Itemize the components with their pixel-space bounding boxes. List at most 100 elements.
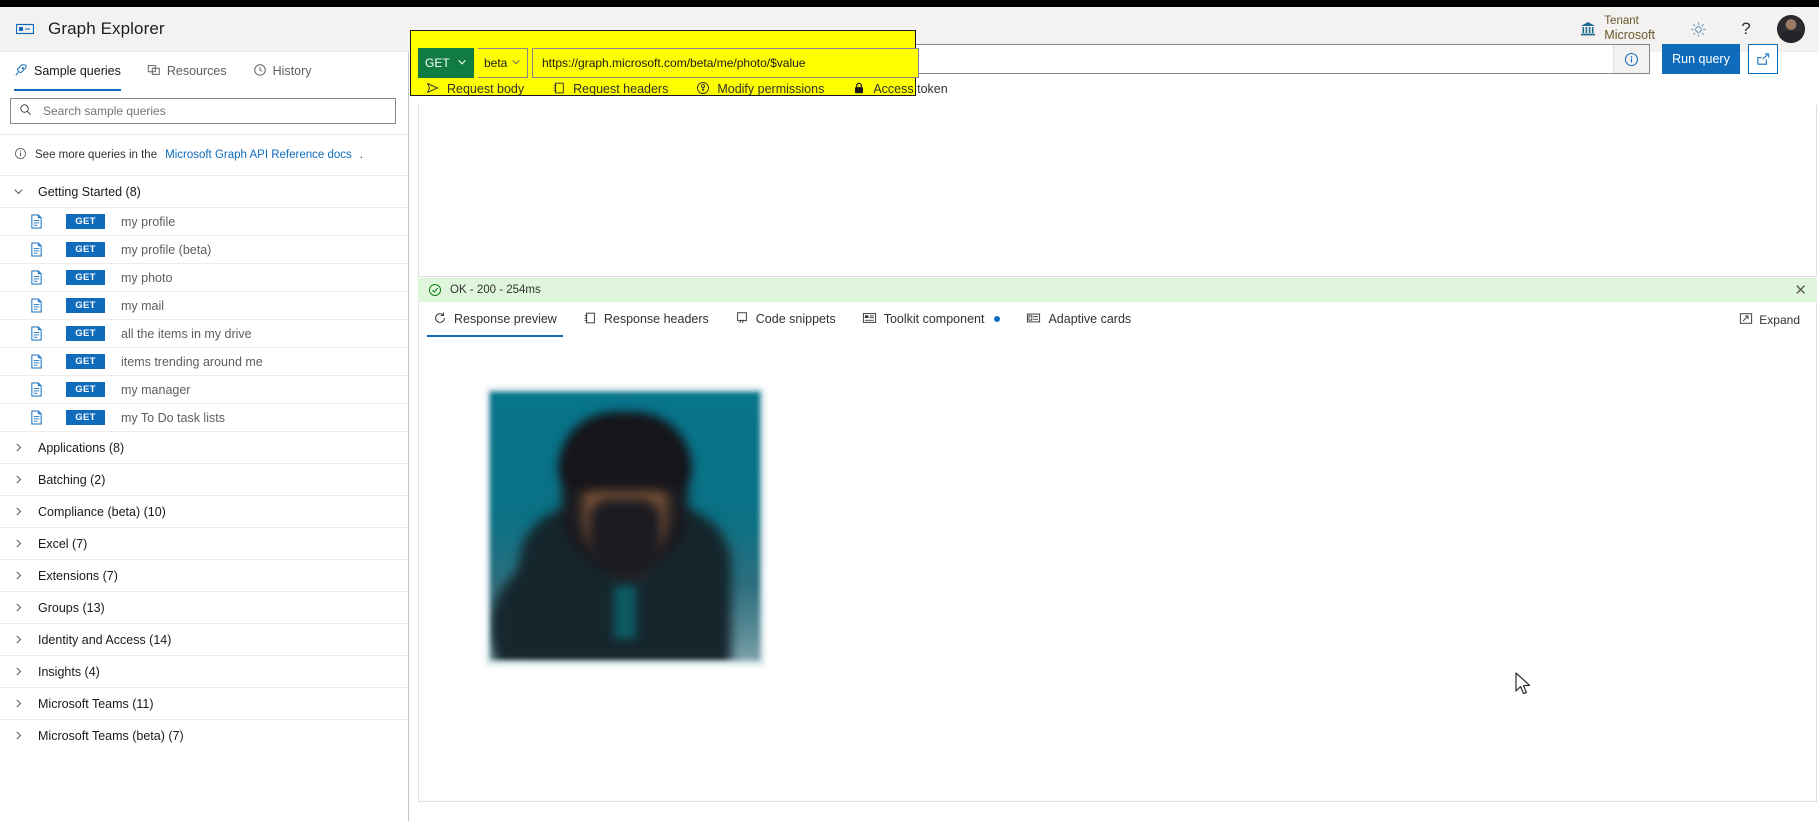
code-icon bbox=[735, 311, 749, 328]
document-icon bbox=[30, 326, 46, 341]
sample-query-category[interactable]: Microsoft Teams (11) bbox=[0, 687, 408, 719]
chevron-right-icon bbox=[12, 698, 24, 710]
document-icon bbox=[30, 242, 46, 257]
sample-query-label: my To Do task lists bbox=[121, 411, 225, 425]
tab-response-preview[interactable]: Response preview bbox=[433, 303, 557, 337]
expand-button[interactable]: Expand bbox=[1739, 312, 1800, 328]
question-mark-icon[interactable]: ? bbox=[1729, 12, 1763, 46]
top-black-strip bbox=[0, 0, 1819, 7]
http-method-select[interactable]: GET bbox=[418, 48, 474, 78]
document-icon bbox=[30, 214, 46, 229]
tab-request-body-label: Request body bbox=[447, 82, 524, 96]
document-icon bbox=[30, 410, 46, 425]
tab-history[interactable]: History bbox=[253, 58, 312, 88]
category-label: Extensions (7) bbox=[38, 569, 118, 583]
tab-code-snippets[interactable]: Code snippets bbox=[735, 303, 836, 337]
sample-query-category[interactable]: Excel (7) bbox=[0, 527, 408, 559]
sidebar-tabs: Sample queries Resources bbox=[0, 56, 408, 88]
chevron-down-icon bbox=[457, 56, 467, 70]
reference-docs-suffix: . bbox=[360, 149, 363, 161]
tab-response-headers-label: Response headers bbox=[604, 312, 709, 326]
tab-code-snippets-label: Code snippets bbox=[756, 312, 836, 326]
sidebar: Sample queries Resources bbox=[0, 52, 409, 821]
sample-query-category[interactable]: Insights (4) bbox=[0, 655, 408, 687]
tab-modify-permissions[interactable]: Modify permissions bbox=[696, 76, 824, 104]
sample-query-label: my photo bbox=[121, 271, 172, 285]
gear-icon[interactable] bbox=[1681, 12, 1715, 46]
sample-query-category[interactable]: Microsoft Teams (beta) (7) bbox=[0, 719, 408, 751]
sample-query-category[interactable]: Groups (13) bbox=[0, 591, 408, 623]
chevron-right-icon bbox=[12, 730, 24, 742]
avatar[interactable] bbox=[1777, 15, 1805, 43]
share-icon[interactable] bbox=[1748, 44, 1778, 74]
tenant-indicator[interactable]: Tenant Microsoft bbox=[1580, 15, 1655, 43]
tab-access-token[interactable]: Access token bbox=[852, 76, 947, 104]
sample-query-item[interactable]: GETmy manager bbox=[0, 375, 408, 403]
sample-query-label: items trending around me bbox=[121, 355, 263, 369]
main-pane: GET beta https://graph.microsoft.com/bet… bbox=[410, 52, 1819, 821]
sample-query-item[interactable]: GETall the items in my drive bbox=[0, 319, 408, 347]
category-label: Microsoft Teams (beta) (7) bbox=[38, 729, 184, 743]
tab-response-preview-label: Response preview bbox=[454, 312, 557, 326]
category-label: Excel (7) bbox=[38, 537, 87, 551]
reference-docs-prefix: See more queries in the bbox=[35, 149, 157, 161]
tab-response-headers[interactable]: Response headers bbox=[583, 303, 709, 337]
http-method-badge: GET bbox=[66, 354, 105, 369]
sample-query-item[interactable]: GET my To Do task lists bbox=[0, 403, 408, 431]
run-query-button[interactable]: Run query bbox=[1662, 44, 1740, 74]
tab-history-label: History bbox=[273, 64, 312, 78]
tab-access-token-label: Access token bbox=[873, 82, 947, 96]
category-label: Applications (8) bbox=[38, 441, 124, 455]
http-method-value: GET bbox=[425, 56, 450, 70]
group-getting-started[interactable]: Getting Started (8) bbox=[0, 175, 408, 207]
sample-query-label: my mail bbox=[121, 299, 164, 313]
sample-query-item[interactable]: GETmy profile (beta) bbox=[0, 235, 408, 263]
sample-query-item[interactable]: GETmy profile bbox=[0, 207, 408, 235]
http-method-badge: GET bbox=[66, 214, 105, 229]
hamburger-icon[interactable] bbox=[14, 18, 36, 40]
sample-query-category[interactable]: Applications (8) bbox=[0, 431, 408, 463]
chevron-right-icon bbox=[12, 666, 24, 678]
chevron-down-icon bbox=[511, 56, 521, 70]
tab-adaptive-cards[interactable]: Adaptive cards bbox=[1026, 303, 1131, 337]
unread-dot-icon bbox=[994, 316, 1000, 322]
status-badge: OK - 200 - 254ms bbox=[450, 284, 541, 296]
reference-docs-link[interactable]: Microsoft Graph API Reference docs bbox=[165, 149, 352, 161]
http-method-badge: GET bbox=[66, 382, 105, 397]
headers-icon bbox=[552, 81, 566, 98]
document-icon bbox=[30, 382, 46, 397]
sample-query-category[interactable]: Extensions (7) bbox=[0, 559, 408, 591]
sample-query-category[interactable]: Batching (2) bbox=[0, 463, 408, 495]
chevron-down-icon bbox=[12, 186, 24, 198]
request-body-editor[interactable] bbox=[418, 105, 1817, 277]
tab-request-headers[interactable]: Request headers bbox=[552, 76, 668, 104]
search-icon bbox=[19, 103, 32, 119]
tenant-text: Tenant Microsoft bbox=[1604, 15, 1655, 43]
chevron-right-icon bbox=[12, 634, 24, 646]
api-version-select[interactable]: beta bbox=[478, 48, 528, 78]
tab-modify-permissions-label: Modify permissions bbox=[717, 82, 824, 96]
response-status-bar: OK - 200 - 254ms ✕ bbox=[418, 278, 1817, 302]
http-method-badge: GET bbox=[66, 410, 105, 425]
history-clock-icon bbox=[253, 63, 267, 80]
photo-beard-shape bbox=[589, 499, 661, 577]
sample-query-item[interactable]: GET items trending around me bbox=[0, 347, 408, 375]
sample-query-item[interactable]: GETmy photo bbox=[0, 263, 408, 291]
sample-query-category[interactable]: Compliance (beta) (10) bbox=[0, 495, 408, 527]
query-url-input[interactable]: https://graph.microsoft.com/beta/me/phot… bbox=[532, 48, 919, 78]
tab-sample-queries[interactable]: Sample queries bbox=[14, 58, 121, 88]
search-box[interactable] bbox=[10, 98, 396, 124]
tab-toolkit-component[interactable]: Toolkit component bbox=[862, 303, 1001, 337]
expand-button-label: Expand bbox=[1759, 313, 1800, 327]
sample-query-item[interactable]: GETmy mail bbox=[0, 291, 408, 319]
close-icon[interactable]: ✕ bbox=[1794, 283, 1807, 298]
sample-query-label: my profile (beta) bbox=[121, 243, 211, 257]
tab-resources[interactable]: Resources bbox=[147, 58, 227, 88]
request-tabs: Request body Request headers bbox=[418, 75, 1817, 105]
tab-request-body[interactable]: Request body bbox=[426, 76, 524, 104]
search-input[interactable] bbox=[41, 103, 387, 119]
tab-adaptive-cards-label: Adaptive cards bbox=[1048, 312, 1131, 326]
sample-query-category[interactable]: Identity and Access (14) bbox=[0, 623, 408, 655]
response-panel: Response preview Response headers bbox=[418, 302, 1817, 802]
user-profile-photo bbox=[490, 392, 760, 660]
